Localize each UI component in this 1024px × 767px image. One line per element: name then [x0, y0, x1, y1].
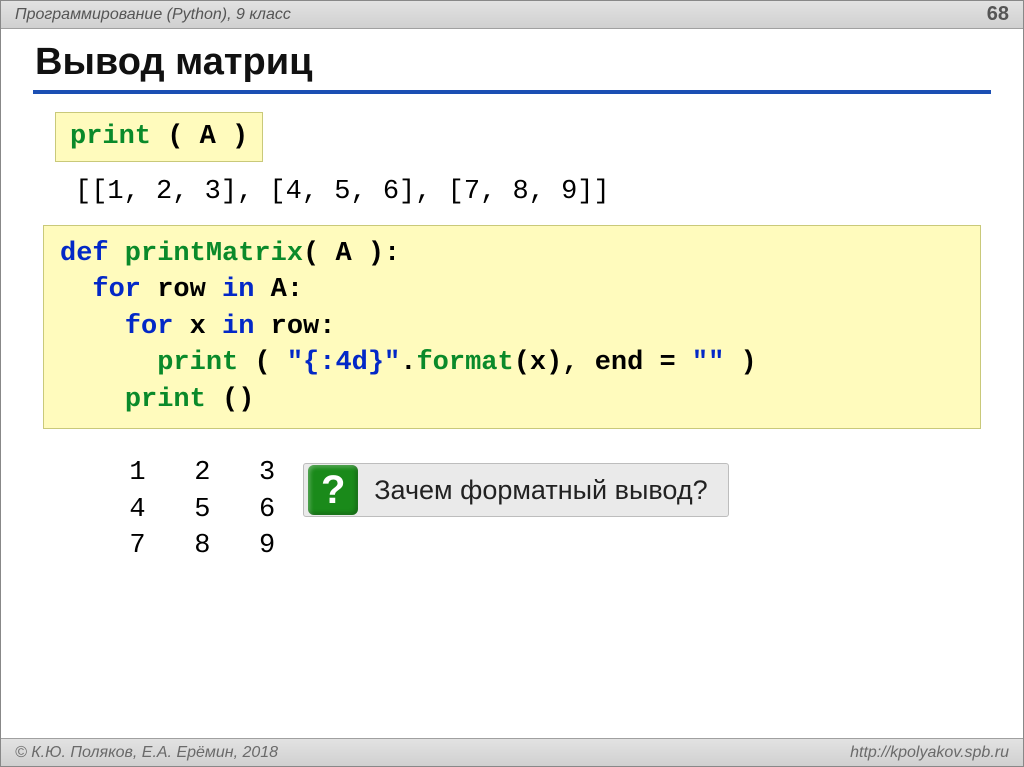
format-method: format [416, 348, 513, 378]
indent-2 [60, 385, 125, 415]
slide-title: Вывод матриц [33, 41, 991, 94]
code-snippet-function: def printMatrix( A ): for row in A: for … [43, 225, 981, 429]
slide-content: Вывод матриц print ( A ) [[1, 2, 3], [4,… [1, 29, 1023, 564]
for-keyword: for [60, 275, 141, 305]
for-keyword-2: for [60, 312, 173, 342]
empty-call: () [206, 385, 255, 415]
print-args: ( A ) [151, 122, 248, 152]
callout-text: Зачем форматный вывод? [374, 475, 707, 506]
format-string: "{:4d}" [287, 348, 400, 378]
footer-bar: © К.Ю. Поляков, Е.А. Ерёмин, 2018 http:/… [1, 738, 1023, 766]
paren-close: ) [724, 348, 756, 378]
header-title: Программирование (Python), 9 класс [15, 6, 291, 24]
func-params: ( A ): [303, 239, 400, 269]
code-snippet-print: print ( A ) [55, 112, 263, 162]
empty-string: "" [692, 348, 724, 378]
format-args: (x), end = [514, 348, 692, 378]
header-bar: Программирование (Python), 9 класс 68 [1, 1, 1023, 29]
page-number: 68 [987, 3, 1009, 26]
paren-open: ( [238, 348, 287, 378]
raw-output: [[1, 2, 3], [4, 5, 6], [7, 8, 9]] [75, 174, 991, 210]
indent [60, 348, 157, 378]
footer-url: http://kpolyakov.spb.ru [850, 744, 1009, 762]
for-iter: A: [254, 275, 303, 305]
in-keyword: in [222, 275, 254, 305]
for-var-2: x [173, 312, 222, 342]
bottom-row: 1 2 3 4 5 6 7 8 9 ? Зачем форматный выво… [97, 455, 991, 564]
print-keyword-3: print [125, 385, 206, 415]
for-var: row [141, 275, 222, 305]
footer-copyright: © К.Ю. Поляков, Е.А. Ерёмин, 2018 [15, 744, 278, 762]
for-iter-2: row: [254, 312, 335, 342]
question-mark-icon: ? [308, 465, 358, 515]
def-keyword: def [60, 239, 109, 269]
in-keyword-2: in [222, 312, 254, 342]
print-keyword: print [70, 122, 151, 152]
func-name: printMatrix [109, 239, 303, 269]
dot: . [400, 348, 416, 378]
print-keyword-2: print [157, 348, 238, 378]
matrix-output: 1 2 3 4 5 6 7 8 9 [97, 455, 275, 564]
question-callout: ? Зачем форматный вывод? [303, 463, 728, 517]
